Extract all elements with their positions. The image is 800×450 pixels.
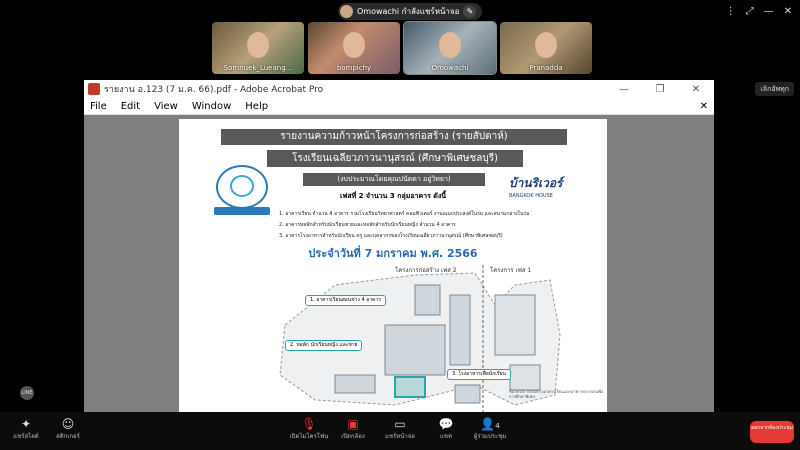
school-logo-band <box>214 207 270 215</box>
menu-view[interactable]: View <box>154 101 178 112</box>
more-participants-button[interactable]: เลิกอัพทุก <box>755 82 794 96</box>
control-label: ผู้ร่วมประชุม <box>473 433 507 440</box>
more-options-icon[interactable]: ⋮ <box>726 6 736 17</box>
restore-icon[interactable]: ⤢ <box>746 6 754 17</box>
pdf-page: รายงานความก้าวหน้าโครงการก่อสร้าง (รายสั… <box>179 119 607 412</box>
report-date: ประจำวันที่ 7 มกราคม พ.ศ. 2566 <box>308 247 478 260</box>
restore-icon[interactable]: ❐ <box>642 84 678 95</box>
participant-face <box>535 32 557 58</box>
building-list: 1. อาคารเรียน จำนวน 4 อาคาร รวมโรงเรียนว… <box>279 209 529 242</box>
control-label: เปิดกล้อง <box>341 433 365 440</box>
avatar <box>340 5 353 18</box>
participant-name: bompichy <box>336 64 372 72</box>
zone-2-label: โครงการก่อสร้าง เฟส 2 <box>395 267 457 274</box>
close-document-icon[interactable]: ✕ <box>700 101 708 112</box>
control-label: สติกเกอร์ <box>56 433 80 440</box>
menu-help[interactable]: Help <box>245 101 268 112</box>
participant-strip: Somnuek_Lueang... bompichy Omowachi Pran… <box>212 21 592 75</box>
mic-button[interactable]: 🎙 เปิดไมโครโฟน <box>287 417 331 441</box>
minimize-icon[interactable]: — <box>764 6 774 17</box>
participants-button[interactable]: 👤4 ผู้ร่วมประชุม <box>468 417 512 441</box>
document-viewport[interactable]: รายงานความก้าวหน้าโครงการก่อสร้าง (รายสั… <box>84 115 714 443</box>
presenter-label: Omowachi กำลังแชร์หน้าจอ <box>357 7 460 16</box>
participant-name: Somnuek_Lueang... <box>223 64 293 72</box>
menu-file[interactable]: File <box>90 101 107 112</box>
participant-tile[interactable]: Pranadda <box>500 22 592 74</box>
report-heading: รายงานความก้าวหน้าโครงการก่อสร้าง (รายสั… <box>221 129 567 145</box>
building-tag: 2. หอพัก นักเรียนหญิง และชาย <box>285 340 363 351</box>
control-label: แชร์สไลด์ <box>13 433 39 440</box>
control-label: แชร์หน้าจอ <box>385 433 415 440</box>
chat-button[interactable]: 💬 แชท <box>424 417 468 441</box>
school-logo <box>214 165 270 215</box>
sparkle-icon: ✦ <box>20 417 32 431</box>
list-item: 1. อาคารเรียน จำนวน 4 อาคาร รวมโรงเรียนว… <box>279 211 530 217</box>
participant-tile[interactable]: Somnuek_Lueang... <box>212 22 304 74</box>
participant-name: Omowachi <box>431 64 469 72</box>
participant-tile[interactable]: bompichy <box>308 22 400 74</box>
control-label: เปิดไมโครโฟน <box>289 433 329 440</box>
menu-bar: File Edit View Window Help ✕ <box>84 98 714 115</box>
line-logo-icon: LINE <box>20 386 34 400</box>
screen-share-icon: ▭ <box>394 417 406 431</box>
list-item: 2. อาคารหอพักสำหรับนักเรียนชายและหอพักสำ… <box>279 222 456 228</box>
screen-share-button[interactable]: ▭ แชร์หน้าจอ <box>378 417 422 441</box>
participant-name: Pranadda <box>529 64 563 72</box>
list-item: 3. อาคารโรงอาหารสำหรับนักเรียน ครู และบุ… <box>279 233 503 239</box>
zone-1-label: โครงการ เฟส 1 <box>490 267 532 274</box>
acrobat-window: รายงาน อ.123 (7 ม.ค. 66).pdf - Adobe Acr… <box>84 80 714 443</box>
phase-title: เฟสที่ 2 จำนวน 3 กลุ่มอาคาร ดังนี้ <box>339 192 447 200</box>
close-icon[interactable]: ✕ <box>678 84 714 95</box>
budget-heading: (งบประมาณโดยคุณปนัดดา อยู่วิทยา) <box>303 173 485 186</box>
leave-meeting-button[interactable]: ออกจากห้องประชุม <box>750 421 794 443</box>
people-icon: 👤4 <box>480 417 500 431</box>
window-controls: ⋮ ⤢ — ✕ <box>726 6 792 17</box>
pdf-icon <box>88 83 100 95</box>
chat-icon: 💬 <box>438 417 454 431</box>
building-tag: 1. อาคารเรียนสอนช่าง 4 อาคาร <box>305 295 386 306</box>
menu-edit[interactable]: Edit <box>121 101 140 112</box>
smile-icon: ☺ <box>61 417 75 431</box>
building-tag: 3. โรงอาหารเพื่อนักเรียน <box>447 369 511 380</box>
participant-count: 4 <box>495 422 500 430</box>
school-heading: โรงเรียนเฉลียวภาวนานุสรณ์ (ศึกษาพิเศษชลบ… <box>267 150 523 167</box>
menu-window[interactable]: Window <box>192 101 231 112</box>
participant-face <box>247 32 269 58</box>
camera-button[interactable]: ▣ เปิดกล้อง <box>331 417 375 441</box>
camera-off-icon: ▣ <box>347 417 359 431</box>
presenter-indicator: Omowachi กำลังแชร์หน้าจอ ✎ <box>338 3 483 20</box>
minimize-icon[interactable]: — <box>606 84 642 95</box>
meeting-window: Omowachi กำลังแชร์หน้าจอ ✎ ⋮ ⤢ — ✕ Somnu… <box>0 0 800 450</box>
participant-face <box>439 32 461 58</box>
meeting-controls: ✦ แชร์สไลด์ ☺ สติกเกอร์ 🎙 เปิดไมโครโฟน ▣… <box>0 412 800 450</box>
mic-off-icon: 🎙 <box>301 417 317 431</box>
share-slide-button[interactable]: ✦ แชร์สไลด์ <box>4 417 48 441</box>
close-icon[interactable]: ✕ <box>784 6 792 17</box>
control-label: แชท <box>440 433 452 440</box>
footnote: ชื่อโครงการก่อสร้างอาคารเรียนและอาคารประ… <box>509 389 604 399</box>
participant-face <box>343 32 365 58</box>
acrobat-title: รายงาน อ.123 (7 ม.ค. 66).pdf - Adobe Acr… <box>104 85 324 95</box>
acrobat-titlebar: รายงาน อ.123 (7 ม.ค. 66).pdf - Adobe Acr… <box>84 80 714 98</box>
participant-tile[interactable]: Omowachi <box>403 21 497 75</box>
pen-icon[interactable]: ✎ <box>463 5 477 18</box>
sticker-button[interactable]: ☺ สติกเกอร์ <box>46 417 90 441</box>
